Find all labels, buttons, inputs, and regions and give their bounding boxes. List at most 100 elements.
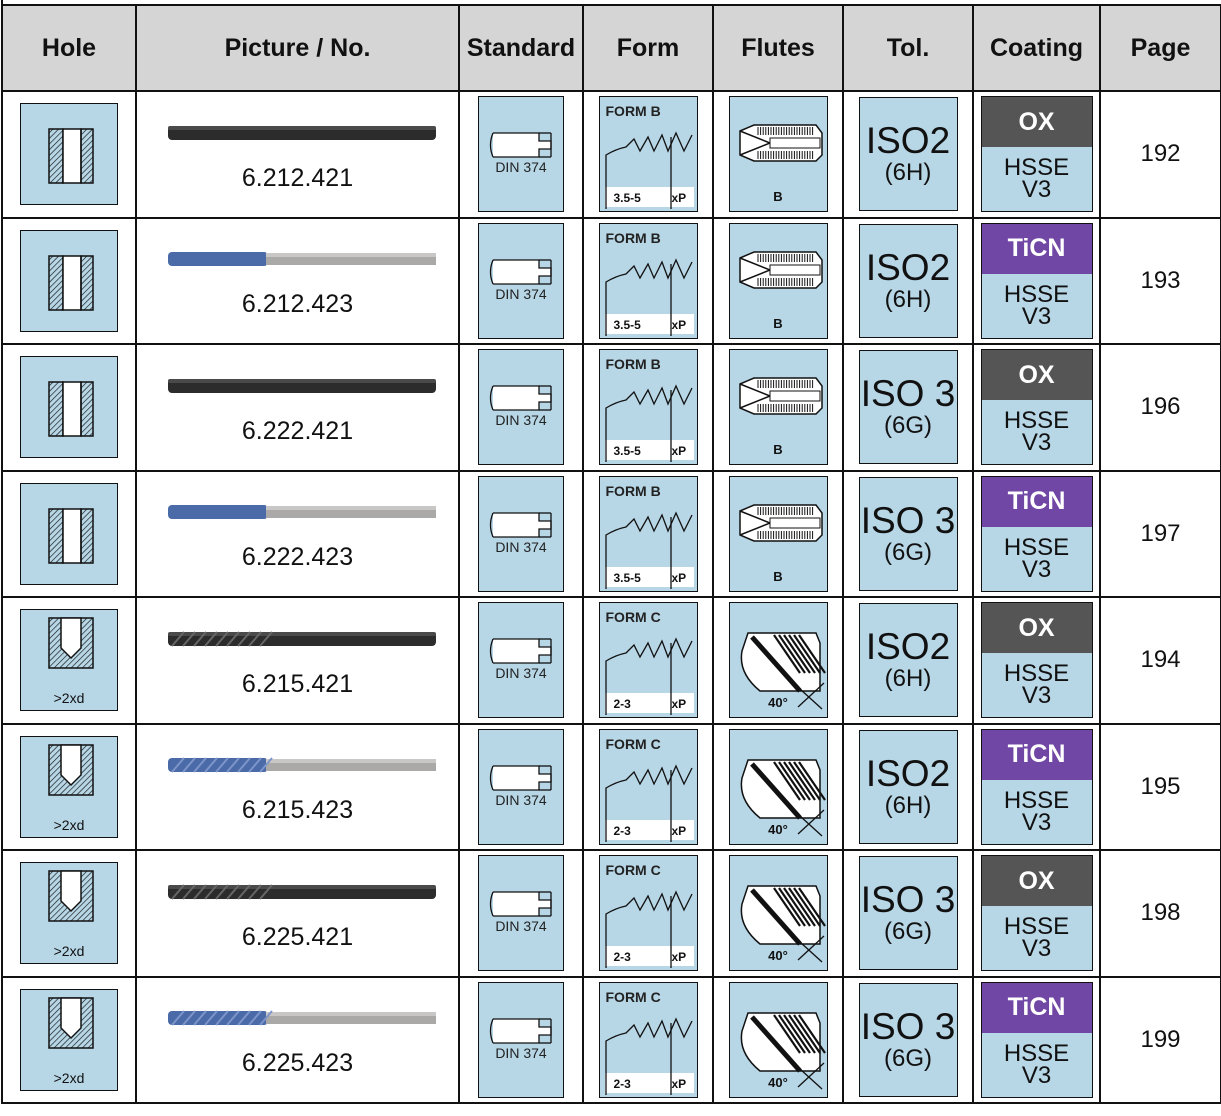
page-cell: 198 xyxy=(1099,849,1221,978)
tolerance-box: ISO2 (6H) xyxy=(858,223,958,338)
coating-cell: TiCN HSSE V3 xyxy=(972,216,1101,345)
din-shank-icon: DIN 374 xyxy=(478,981,564,1098)
standard-cell: DIN 374 xyxy=(458,596,584,725)
page-cell: 192 xyxy=(1099,90,1221,219)
tolerance-box: ISO2 (6H) xyxy=(858,603,958,718)
through-hole-icon xyxy=(20,103,118,206)
header-row: Hole Picture / No. Standard Form Flutes … xyxy=(1,4,1221,92)
form-title: FORM C xyxy=(605,735,661,752)
blind-hole-icon: >2xd xyxy=(20,735,118,838)
tolerance-class: ISO 3 xyxy=(860,373,956,415)
header-hole: Hole xyxy=(1,4,137,92)
flutes-cell: B xyxy=(712,216,844,345)
standard-label: DIN 374 xyxy=(495,918,547,935)
standard-cell: DIN 374 xyxy=(458,469,584,598)
form-title: FORM B xyxy=(605,229,661,246)
table-row: >2xd 6.215.423 DIN 374 FORM C 2-3 xP 40° ISO2 (6… xyxy=(1,722,1221,851)
tolerance-box: ISO 3 (6G) xyxy=(858,982,958,1097)
form-title: FORM C xyxy=(605,988,661,1005)
page-number: 193 xyxy=(1140,266,1181,294)
header-tol: Tol. xyxy=(842,4,974,92)
article-number: 6.225.421 xyxy=(241,922,354,951)
coating-type: TiCN xyxy=(981,476,1092,527)
tolerance-fit: (6G) xyxy=(884,918,932,946)
standard-cell: DIN 374 xyxy=(458,722,584,851)
hole-depth-label: >2xd xyxy=(53,943,85,960)
coating-badge: TiCN HSSE V3 xyxy=(980,981,1093,1098)
hole-cell xyxy=(1,216,137,345)
through-hole-icon xyxy=(20,356,118,459)
form-xp: xP xyxy=(671,950,687,965)
coating-badge: OX HSSE V3 xyxy=(980,855,1093,972)
coating-type: TiCN xyxy=(981,223,1092,274)
spiral-flute-icon: 40° xyxy=(728,855,828,972)
tolerance-class: ISO 3 xyxy=(860,879,956,921)
page-number: 192 xyxy=(1140,140,1181,168)
thread-form-icon: FORM C 2-3 xP xyxy=(598,602,698,719)
hole-cell xyxy=(1,343,137,472)
thread-form-icon: FORM B 3.5-5 xP xyxy=(598,96,698,213)
tolerance-cell: ISO 3 (6G) xyxy=(842,343,974,472)
material-line-2: V3 xyxy=(1021,302,1052,330)
standard-cell: DIN 374 xyxy=(458,975,584,1104)
coating-material: HSSE V3 xyxy=(981,1032,1092,1097)
blind-hole-icon: >2xd xyxy=(20,988,118,1091)
flutes-cell: B xyxy=(712,469,844,598)
tolerance-class: ISO 3 xyxy=(860,499,956,541)
form-title: FORM C xyxy=(605,862,661,879)
thread-form-icon: FORM B 3.5-5 xP xyxy=(598,475,698,592)
form-cell: FORM B 3.5-5 xP xyxy=(582,90,714,219)
form-chamfer-dim: 2-3 xyxy=(613,1076,631,1091)
header-picture-no: Picture / No. xyxy=(135,4,460,92)
form-cell: FORM B 3.5-5 xP xyxy=(582,216,714,345)
table-row: 6.212.423 DIN 374 FORM B 3.5-5 xP B ISO2 (6H) Ti… xyxy=(1,216,1221,345)
tap-table: Hole Picture / No. Standard Form Flutes … xyxy=(1,4,1221,1104)
flutes-cell: B xyxy=(712,343,844,472)
picture-cell: 6.215.423 xyxy=(135,722,460,851)
article-number: 6.225.423 xyxy=(241,1049,354,1078)
coating-type: TiCN xyxy=(981,982,1092,1033)
form-chamfer-dim: 3.5-5 xyxy=(613,444,641,459)
tap-picture-icon xyxy=(137,748,458,782)
coating-badge: OX HSSE V3 xyxy=(980,602,1093,719)
tolerance-fit: (6G) xyxy=(884,1044,932,1072)
standard-cell: DIN 374 xyxy=(458,343,584,472)
flute-label: 40° xyxy=(768,948,788,964)
flutes-cell: 40° xyxy=(712,596,844,725)
table-row: >2xd 6.215.421 DIN 374 FORM C 2-3 xP 40° ISO2 (6… xyxy=(1,596,1221,725)
table-row: 6.222.421 DIN 374 FORM B 3.5-5 xP B ISO 3 (6G) O… xyxy=(1,343,1221,472)
coating-badge: TiCN HSSE V3 xyxy=(980,222,1093,339)
material-line-2: V3 xyxy=(1021,429,1052,457)
thread-form-icon: FORM C 2-3 xP xyxy=(598,855,698,972)
standard-cell: DIN 374 xyxy=(458,90,584,219)
coating-badge: OX HSSE V3 xyxy=(980,349,1093,466)
form-cell: FORM C 2-3 xP xyxy=(582,722,714,851)
blind-hole-icon: >2xd xyxy=(20,609,118,712)
coating-badge: TiCN HSSE V3 xyxy=(980,728,1093,845)
coating-material: HSSE V3 xyxy=(981,147,1092,212)
form-xp: xP xyxy=(671,697,687,712)
page-cell: 196 xyxy=(1099,343,1221,472)
table-row: 6.222.423 DIN 374 FORM B 3.5-5 xP B ISO 3 (6G) T… xyxy=(1,469,1221,598)
spiral-flute-icon: 40° xyxy=(728,602,828,719)
coating-material: HSSE V3 xyxy=(981,906,1092,971)
spiral-flute-icon: 40° xyxy=(728,981,828,1098)
tolerance-box: ISO 3 (6G) xyxy=(858,350,958,465)
hole-cell xyxy=(1,469,137,598)
tap-catalog-sheet: Hole Picture / No. Standard Form Flutes … xyxy=(0,0,1221,1116)
picture-cell: 6.212.423 xyxy=(135,216,460,345)
form-chamfer-dim: 2-3 xyxy=(613,950,631,965)
picture-cell: 6.212.421 xyxy=(135,90,460,219)
flutes-cell: 40° xyxy=(712,975,844,1104)
coating-type: OX xyxy=(981,603,1092,654)
page-cell: 197 xyxy=(1099,469,1221,598)
hole-cell: >2xd xyxy=(1,975,137,1104)
thread-form-icon: FORM C 2-3 xP xyxy=(598,728,698,845)
table-body: 6.212.421 DIN 374 FORM B 3.5-5 xP B ISO2 (6H) OX… xyxy=(1,90,1221,1104)
standard-label: DIN 374 xyxy=(495,665,547,682)
spiral-flute-icon: 40° xyxy=(728,728,828,845)
page-number: 195 xyxy=(1140,772,1181,800)
tolerance-cell: ISO 3 (6G) xyxy=(842,849,974,978)
material-line-2: V3 xyxy=(1021,935,1052,963)
flute-label: B xyxy=(773,315,783,331)
